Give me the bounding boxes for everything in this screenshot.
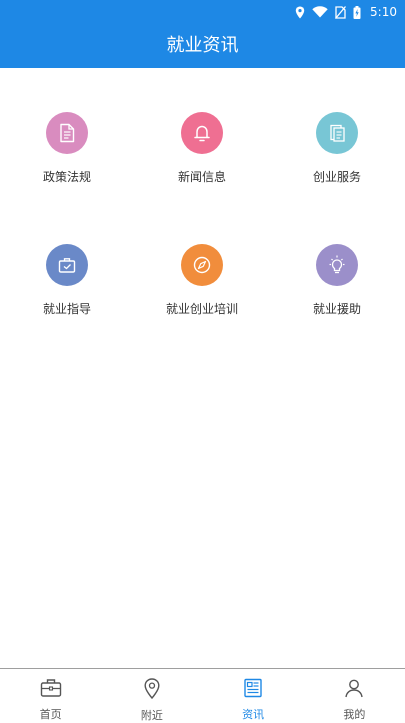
compass-icon bbox=[181, 244, 223, 286]
grid-label: 就业指导 bbox=[42, 302, 91, 316]
tab-news[interactable]: 资讯 bbox=[203, 669, 304, 721]
grid-item-employment-guidance[interactable]: 就业指导 bbox=[7, 244, 127, 334]
grid-label: 就业援助 bbox=[312, 302, 361, 316]
location-pin-icon bbox=[144, 678, 160, 703]
location-status-icon bbox=[295, 6, 305, 19]
document-icon bbox=[46, 112, 88, 154]
tab-nearby[interactable]: 附近 bbox=[101, 669, 202, 722]
grid-item-policy[interactable]: 政策法规 bbox=[7, 112, 127, 202]
news-icon bbox=[243, 678, 263, 702]
bottom-tab-bar: 首页 附近 资讯 我的 bbox=[0, 668, 405, 722]
grid-item-training[interactable]: 就业创业培训 bbox=[142, 244, 262, 334]
tab-me[interactable]: 我的 bbox=[304, 669, 405, 721]
briefcase-icon bbox=[40, 678, 62, 702]
status-time: 5:10 bbox=[370, 5, 397, 19]
grid-item-assistance[interactable]: 就业援助 bbox=[277, 244, 397, 334]
grid-item-startup-services[interactable]: 创业服务 bbox=[277, 112, 397, 202]
status-bar: 5:10 bbox=[0, 0, 405, 24]
grid-label: 就业创业培训 bbox=[165, 302, 238, 316]
grid-item-news[interactable]: 新闻信息 bbox=[142, 112, 262, 202]
grid-label: 政策法规 bbox=[42, 170, 91, 184]
tab-home[interactable]: 首页 bbox=[0, 669, 101, 721]
battery-charging-icon bbox=[353, 5, 361, 19]
no-sim-icon bbox=[335, 5, 347, 19]
wifi-icon bbox=[312, 6, 328, 18]
report-icon bbox=[316, 112, 358, 154]
grid-label: 创业服务 bbox=[312, 170, 361, 184]
app-header: 5:10 就业资讯 bbox=[0, 0, 405, 68]
grid-label: 新闻信息 bbox=[177, 170, 226, 184]
person-icon bbox=[344, 678, 364, 702]
briefcase-icon bbox=[46, 244, 88, 286]
lightbulb-icon bbox=[316, 244, 358, 286]
page-title: 就业资讯 bbox=[166, 35, 239, 56]
tab-label: 附近 bbox=[140, 709, 163, 722]
bell-icon bbox=[181, 112, 223, 154]
